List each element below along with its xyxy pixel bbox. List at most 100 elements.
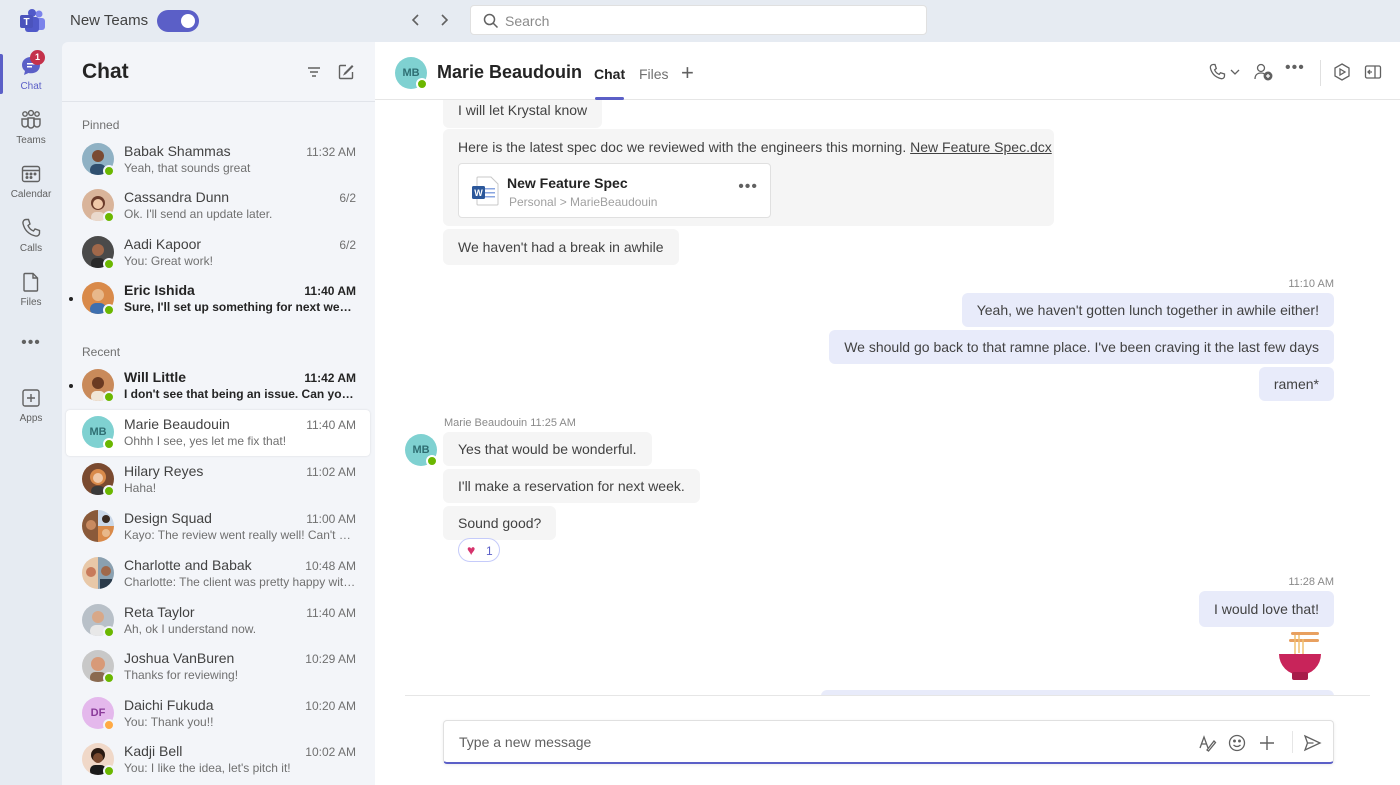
file-more-button[interactable]: ••• bbox=[738, 178, 758, 196]
recent-section-label: Recent bbox=[82, 345, 121, 359]
rail-item-apps[interactable]: Apps bbox=[0, 380, 62, 434]
popout-icon[interactable] bbox=[1363, 62, 1383, 82]
compose-divider-vertical bbox=[1292, 731, 1293, 753]
copilot-icon[interactable] bbox=[1332, 62, 1352, 82]
rail-label: Calendar bbox=[10, 189, 52, 200]
rail-label: Chat bbox=[20, 81, 42, 92]
unread-dot bbox=[69, 384, 73, 388]
rail-item-calls[interactable]: Calls bbox=[0, 210, 62, 264]
emoji-icon[interactable] bbox=[1227, 733, 1247, 753]
chat-list-pane: Chat Pinned Babak Shammas 11:32 AM Yeah,… bbox=[62, 42, 375, 785]
message-bubble: Sound good? bbox=[443, 506, 557, 540]
chat-list-item[interactable]: Kadji Bell 10:02 AM You: I like the idea… bbox=[66, 737, 370, 783]
new-teams-toggle[interactable] bbox=[157, 10, 199, 32]
file-link[interactable]: New Feature Spec.dcx bbox=[910, 139, 1052, 155]
chat-list-item[interactable]: Hilary Reyes 11:02 AM Haha! bbox=[66, 457, 370, 503]
chat-time: 11:40 AM bbox=[306, 418, 356, 432]
presence-available-icon bbox=[103, 165, 115, 177]
conversation-pane: MB Marie Beaudouin Chat Files + ••• I wi… bbox=[375, 42, 1400, 785]
attach-plus-icon[interactable] bbox=[1257, 733, 1277, 753]
chat-time: 11:40 AM bbox=[304, 284, 356, 298]
compose-box[interactable] bbox=[443, 720, 1334, 764]
tab-chat[interactable]: Chat bbox=[594, 66, 625, 100]
pinned-section-label: Pinned bbox=[82, 118, 120, 132]
teams-logo-icon: T bbox=[20, 9, 45, 32]
rail-item-files[interactable]: Files bbox=[0, 264, 62, 318]
chat-time: 6/2 bbox=[339, 238, 356, 252]
message-bubble: Yes that would be wonderful. bbox=[443, 432, 652, 466]
rail-item-teams[interactable]: Teams bbox=[0, 102, 62, 156]
chat-list-item[interactable]: Design Squad 11:00 AM Kayo: The review w… bbox=[66, 504, 370, 550]
rail-item-chat[interactable]: 1 Chat bbox=[0, 48, 62, 102]
chat-preview: Ah, ok I understand now. bbox=[124, 622, 257, 636]
chat-name: Design Squad bbox=[124, 510, 212, 526]
chat-list-item-selected[interactable]: MB Marie Beaudouin 11:40 AM Ohhh I see, … bbox=[66, 410, 370, 456]
add-apps-icon bbox=[22, 389, 40, 407]
send-icon[interactable] bbox=[1302, 733, 1322, 753]
presence-available-icon bbox=[103, 438, 115, 450]
chat-list-item[interactable]: DF Daichi Fukuda 10:20 AM You: Thank you… bbox=[66, 691, 370, 737]
presence-available-icon bbox=[103, 304, 115, 316]
search-input[interactable] bbox=[505, 10, 905, 32]
chat-name: Hilary Reyes bbox=[124, 463, 204, 479]
add-people-icon[interactable] bbox=[1253, 62, 1275, 82]
search-box[interactable] bbox=[470, 5, 927, 35]
chat-list-header: Chat bbox=[62, 42, 375, 102]
message-bubble: I will let Krystal know bbox=[443, 100, 603, 128]
sender-initials: MB bbox=[412, 444, 430, 456]
svg-text:W: W bbox=[474, 188, 483, 198]
title-bar: T New Teams bbox=[0, 0, 1400, 42]
contact-initials: MB bbox=[402, 67, 420, 79]
ramen-bowl-sticker bbox=[1279, 632, 1321, 680]
format-icon[interactable] bbox=[1197, 733, 1217, 753]
message-bubble: We haven't had a break in awhile bbox=[443, 229, 679, 265]
chat-name: Kadji Bell bbox=[124, 743, 183, 759]
contact-avatar[interactable]: MB bbox=[395, 57, 428, 90]
toggle-knob bbox=[181, 14, 195, 28]
back-button[interactable] bbox=[406, 10, 426, 30]
svg-text:T: T bbox=[23, 17, 29, 28]
chat-name: Babak Shammas bbox=[124, 143, 231, 159]
teams-icon bbox=[21, 109, 41, 129]
chat-preview: You: Thank you!! bbox=[124, 715, 214, 729]
message-timestamp: 11:28 AM bbox=[1288, 576, 1334, 588]
chat-time: 11:42 AM bbox=[304, 371, 356, 385]
reaction-count: 1 bbox=[486, 544, 493, 558]
tab-files[interactable]: Files bbox=[639, 66, 669, 82]
chat-list-item[interactable]: Charlotte and Babak 10:48 AM Charlotte: … bbox=[66, 551, 370, 597]
filter-icon[interactable] bbox=[304, 62, 324, 82]
group-avatar bbox=[82, 557, 114, 589]
my-message-bubble: I would love that! bbox=[1198, 591, 1334, 627]
chat-list-item[interactable]: Aadi Kapoor 6/2 You: Great work! bbox=[66, 230, 370, 276]
chevron-down-icon[interactable] bbox=[1229, 62, 1241, 82]
chat-name: Charlotte and Babak bbox=[124, 557, 252, 573]
chat-preview: You: Great work! bbox=[124, 254, 213, 268]
chat-preview: Thanks for reviewing! bbox=[124, 668, 239, 682]
chat-list-item[interactable]: Joshua VanBuren 10:29 AM Thanks for revi… bbox=[66, 644, 370, 690]
more-options-button[interactable]: ••• bbox=[1285, 59, 1305, 79]
more-apps-button[interactable]: ••• bbox=[0, 334, 62, 358]
chat-list-item[interactable]: Reta Taylor 11:40 AM Ah, ok I understand… bbox=[66, 598, 370, 644]
chevron-left-icon bbox=[411, 14, 419, 26]
chat-time: 11:02 AM bbox=[306, 465, 356, 479]
chat-preview: You: I like the idea, let's pitch it! bbox=[124, 761, 291, 775]
chat-list-title: Chat bbox=[82, 60, 129, 83]
chat-list-item[interactable]: Babak Shammas 11:32 AM Yeah, that sounds… bbox=[66, 137, 370, 183]
reaction-pill[interactable]: ♥ 1 bbox=[458, 538, 500, 562]
message-list[interactable]: I will let Krystal know Here is the late… bbox=[375, 100, 1400, 695]
chat-list-item[interactable]: Will Little 11:42 AM I don't see that be… bbox=[66, 363, 370, 409]
add-tab-button[interactable]: + bbox=[681, 60, 694, 86]
unread-dot bbox=[69, 297, 73, 301]
forward-button[interactable] bbox=[434, 10, 454, 30]
file-card[interactable]: W New Feature Spec Personal > MarieBeaud… bbox=[458, 163, 771, 218]
chat-preview: Sure, I'll set up something for next wee… bbox=[124, 300, 358, 314]
rail-item-calendar[interactable]: Calendar bbox=[0, 156, 62, 210]
message-input[interactable] bbox=[459, 731, 1159, 753]
chat-name: Eric Ishida bbox=[124, 282, 195, 298]
new-chat-icon[interactable] bbox=[336, 62, 356, 82]
phone-icon[interactable] bbox=[1207, 62, 1227, 82]
chat-list-item[interactable]: Eric Ishida 11:40 AM Sure, I'll set up s… bbox=[66, 276, 370, 322]
my-message-bubble: Yeah, we haven't gotten lunch together i… bbox=[961, 293, 1334, 327]
chat-list-item[interactable]: Cassandra Dunn 6/2 Ok. I'll send an upda… bbox=[66, 183, 370, 229]
presence-available-icon bbox=[103, 672, 115, 684]
